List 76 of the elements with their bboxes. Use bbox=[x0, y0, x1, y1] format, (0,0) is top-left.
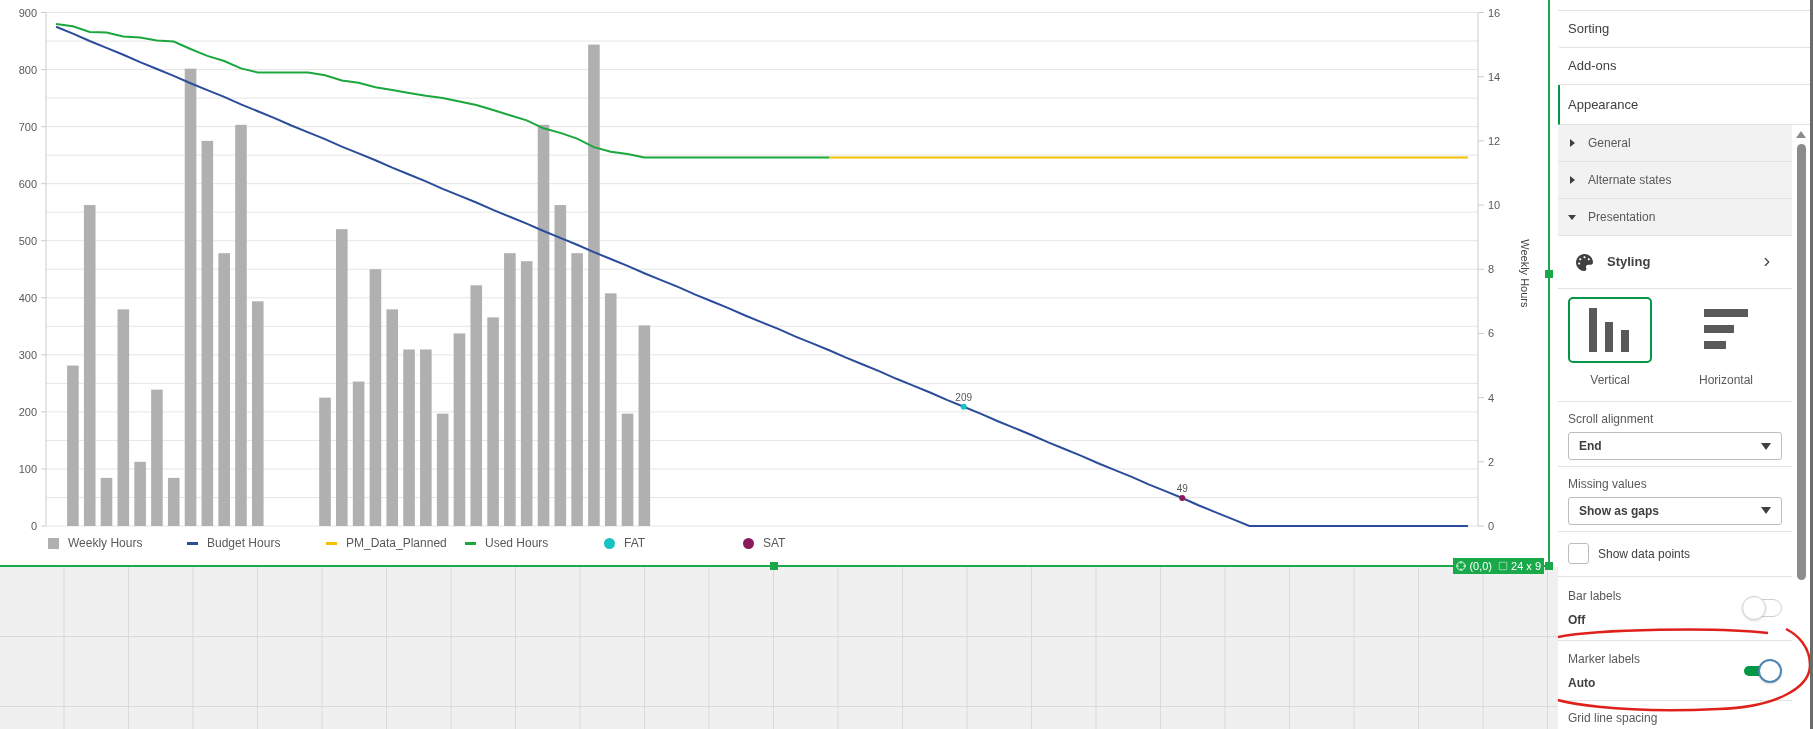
legend-label: FAT bbox=[624, 535, 646, 552]
checkbox-label: Show data points bbox=[1598, 545, 1691, 563]
field-label: Missing values bbox=[1568, 476, 1648, 493]
styling-row[interactable]: Styling bbox=[1558, 236, 1792, 289]
toggle-switch[interactable] bbox=[1742, 658, 1782, 683]
field-label: Bar labels bbox=[1568, 588, 1622, 606]
axis-tick-label: 10 bbox=[1488, 199, 1501, 212]
resize-handle[interactable] bbox=[770, 562, 778, 570]
caret-icon bbox=[1761, 507, 1771, 515]
legend-label: Weekly Hours bbox=[68, 535, 143, 552]
vertical-bars-icon bbox=[1589, 308, 1631, 352]
bar bbox=[134, 461, 146, 526]
axis-title: Weekly Hours bbox=[1519, 239, 1531, 308]
axis-tick-label: 800 bbox=[18, 63, 37, 76]
badge-position: (0,0) bbox=[1469, 558, 1493, 574]
axis-tick-label: 14 bbox=[1488, 70, 1501, 83]
crosshair-icon bbox=[1456, 561, 1467, 571]
legend-label: SAT bbox=[763, 535, 786, 552]
axis-tick-label: 500 bbox=[18, 234, 37, 247]
axis-tick-label: 4 bbox=[1488, 391, 1495, 404]
legend-label: Used Hours bbox=[485, 535, 549, 552]
axis-tick-label: 2 bbox=[1488, 455, 1495, 468]
axis-tick-label: 700 bbox=[18, 120, 37, 133]
field-label: Scroll alignment bbox=[1568, 411, 1655, 428]
accordion-header[interactable]: General bbox=[1558, 125, 1792, 162]
axis-tick-label: 400 bbox=[18, 291, 37, 304]
field-value: Auto bbox=[1568, 674, 1597, 692]
data-point bbox=[960, 403, 967, 410]
data-point bbox=[1179, 495, 1186, 502]
caret-icon bbox=[1761, 442, 1771, 450]
badge-size: 24 x 9 bbox=[1511, 558, 1541, 574]
axis-tick-label: 16 bbox=[1488, 6, 1501, 19]
legend-label: Budget Hours bbox=[207, 535, 281, 552]
legend-swatch bbox=[604, 537, 615, 549]
axis-tick-label: 100 bbox=[18, 462, 37, 475]
caret-icon bbox=[1568, 139, 1576, 147]
bar bbox=[167, 477, 180, 526]
axis-tick-label: 200 bbox=[18, 405, 37, 418]
axis-tick-label: 6 bbox=[1488, 327, 1495, 340]
legend-swatch bbox=[743, 537, 754, 549]
field-value: Off bbox=[1568, 612, 1587, 630]
axis-tick-label: 12 bbox=[1488, 134, 1501, 147]
legend-label: PM_Data_Planned bbox=[346, 535, 447, 552]
dropdown[interactable]: Show as gaps bbox=[1568, 497, 1782, 525]
dropdown[interactable]: End bbox=[1568, 432, 1782, 460]
axis-tick-label: 300 bbox=[18, 348, 37, 361]
caret-icon bbox=[1568, 213, 1576, 221]
orientation-option[interactable]: Horizontal bbox=[1684, 297, 1768, 389]
axis-tick-label: 0 bbox=[1488, 520, 1495, 530]
horizontal-bars-icon bbox=[1704, 309, 1748, 351]
data-label: 209 bbox=[955, 391, 973, 403]
legend-swatch bbox=[465, 541, 476, 545]
resize-handle[interactable] bbox=[1545, 270, 1553, 278]
dashed-square-icon bbox=[1498, 561, 1509, 571]
scroll-up-icon[interactable] bbox=[1796, 131, 1806, 138]
toggle-switch[interactable] bbox=[1742, 596, 1782, 621]
scrollbar-thumb[interactable] bbox=[1796, 144, 1806, 580]
checkbox[interactable] bbox=[1568, 543, 1589, 565]
accordion-header[interactable]: Alternate states bbox=[1558, 162, 1792, 199]
axis-tick-label: 900 bbox=[18, 6, 37, 19]
field-label: Grid line spacing bbox=[1568, 711, 1658, 725]
axis-tick-label: 0 bbox=[30, 520, 37, 530]
resize-handle[interactable] bbox=[1545, 562, 1553, 570]
axis-tick-label: 8 bbox=[1488, 263, 1495, 276]
panel-tab[interactable]: Sorting bbox=[1558, 11, 1810, 48]
legend-swatch bbox=[326, 541, 337, 545]
legend-swatch bbox=[187, 541, 198, 545]
bar bbox=[100, 477, 113, 526]
accordion-header[interactable]: Presentation bbox=[1558, 199, 1792, 236]
legend-swatch bbox=[48, 537, 59, 549]
panel-tab[interactable]: Add-ons bbox=[1558, 48, 1810, 85]
caret-icon bbox=[1568, 176, 1576, 184]
palette-icon bbox=[1576, 253, 1593, 271]
axis-tick-label: 600 bbox=[18, 177, 37, 190]
field-label: Marker labels bbox=[1568, 650, 1641, 668]
data-label: 49 bbox=[1176, 483, 1188, 495]
